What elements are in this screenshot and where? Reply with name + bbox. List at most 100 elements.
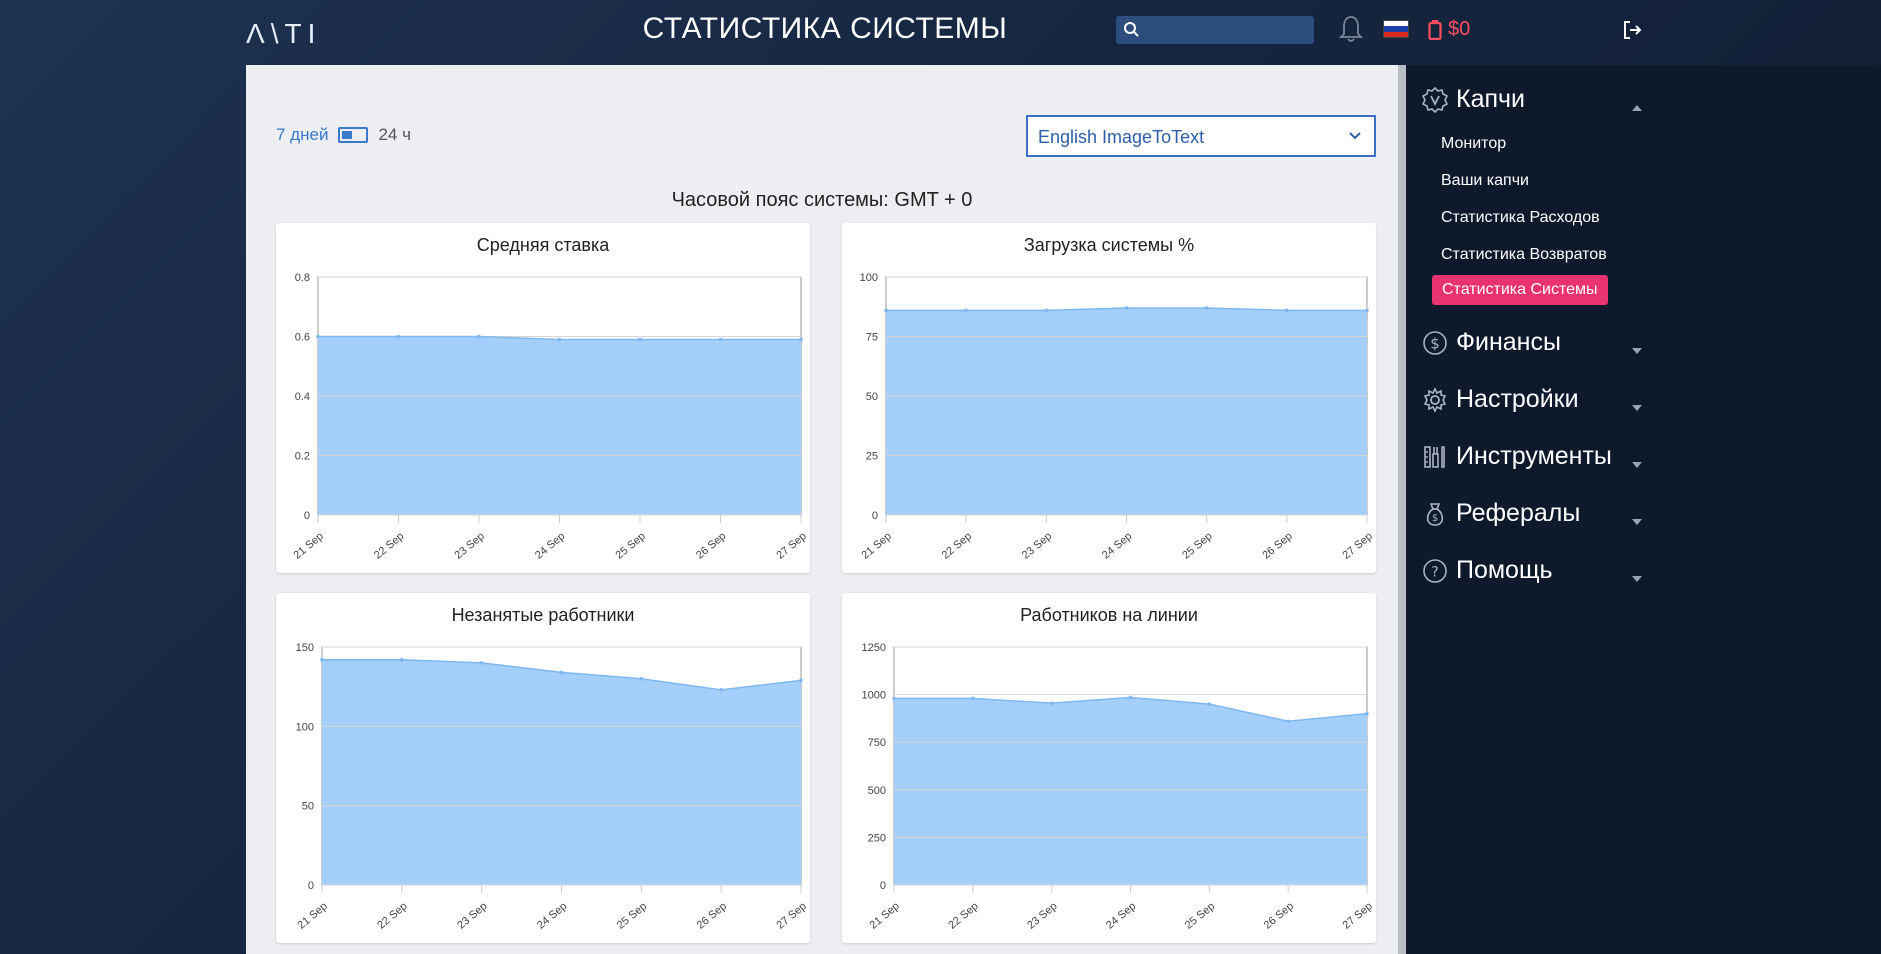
search-box[interactable] xyxy=(1116,16,1314,44)
series-area xyxy=(322,659,801,885)
data-point xyxy=(1286,719,1290,724)
sidebar-section-captcha[interactable]: Капчи xyxy=(1422,85,1525,114)
caret-down-icon[interactable] xyxy=(1632,576,1642,582)
data-point xyxy=(799,337,803,342)
sidebar-item-your-captchas[interactable]: Ваши капчи xyxy=(1441,172,1529,190)
x-tick-label: 21 Sep xyxy=(867,900,901,932)
chart-card-average-rate: Средняя ставка 0 0.2 0.4 0.6 0.8 21 Sep 22 Sep… xyxy=(276,223,810,573)
y-tick-label: 1250 xyxy=(862,642,886,654)
data-point xyxy=(639,676,644,681)
x-tick-label: 27 Sep xyxy=(1340,530,1374,562)
sidebar-item-refund-stats[interactable]: Статистика Возвратов xyxy=(1441,246,1607,264)
y-tick-label: 0 xyxy=(880,880,886,892)
sidebar-item-expense-stats[interactable]: Статистика Расходов xyxy=(1441,209,1600,227)
series-area xyxy=(318,336,801,515)
sidebar-section-referrals[interactable]: $ Рефералы xyxy=(1422,499,1580,528)
chart-svg: 0 25 50 75 100 21 Sep 22 Sep 23 Sep 24 Sep 25 Sep… xyxy=(859,272,1374,562)
data-point xyxy=(400,657,404,662)
x-tick-label: 22 Sep xyxy=(940,530,974,562)
caret-down-icon[interactable] xyxy=(1632,405,1642,411)
x-tick-label: 23 Sep xyxy=(452,530,486,562)
search-icon[interactable] xyxy=(1122,20,1142,40)
x-tick-label: 24 Sep xyxy=(533,530,567,562)
period-toggle[interactable] xyxy=(338,127,369,143)
period-7-days[interactable]: 7 дней xyxy=(276,125,328,145)
x-tick-label: 23 Sep xyxy=(455,900,489,932)
data-point xyxy=(316,334,320,339)
balance-amount: $0 xyxy=(1448,18,1471,40)
x-tick-label: 26 Sep xyxy=(1260,530,1294,562)
service-select[interactable]: English ImageToText xyxy=(1026,115,1376,157)
logout-icon[interactable] xyxy=(1622,20,1642,40)
x-tick-label: 21 Sep xyxy=(859,530,893,562)
sidebar-item-system-stats[interactable]: Статистика Системы xyxy=(1432,275,1608,305)
chart-svg: 0 250 500 750 1000 1250 21 Sep 22 Sep 23 Sep 24 S… xyxy=(862,642,1375,932)
data-point xyxy=(971,696,975,701)
tools-icon xyxy=(1424,445,1445,468)
y-tick-label: 50 xyxy=(866,391,878,403)
data-point xyxy=(559,670,564,675)
data-point xyxy=(1044,308,1049,313)
x-tick-label: 24 Sep xyxy=(1104,900,1138,932)
y-tick-label: 0.8 xyxy=(295,272,310,284)
y-tick-label: 750 xyxy=(868,737,886,749)
sidebar-item-monitor[interactable]: Монитор xyxy=(1441,135,1506,153)
sidebar-section-settings[interactable]: Настройки xyxy=(1422,385,1579,414)
caret-down-icon[interactable] xyxy=(1632,519,1642,525)
data-point xyxy=(1128,695,1133,700)
balance-display[interactable]: $0 xyxy=(1428,18,1470,41)
period-24-hours[interactable]: 24 ч xyxy=(378,125,411,145)
x-tick-label: 22 Sep xyxy=(946,900,980,932)
sidebar-section-label: Рефералы xyxy=(1456,499,1581,527)
russian-flag-icon[interactable] xyxy=(1383,20,1409,38)
x-tick-label: 27 Sep xyxy=(774,900,808,932)
y-tick-label: 0 xyxy=(308,880,314,892)
x-tick-label: 22 Sep xyxy=(375,900,409,932)
chart-svg: 0 50 100 150 21 Sep 22 Sep 23 Sep 24 Sep 25 Sep 2… xyxy=(295,642,808,932)
sidebar-section-help[interactable]: ? Помощь xyxy=(1422,556,1553,585)
caret-down-icon[interactable] xyxy=(1632,462,1642,468)
data-point xyxy=(477,334,481,339)
x-tick-label: 26 Sep xyxy=(695,900,729,932)
data-point xyxy=(638,337,642,342)
x-tick-label: 25 Sep xyxy=(615,900,649,932)
data-point xyxy=(1365,308,1369,313)
data-point xyxy=(1049,701,1054,705)
data-point xyxy=(396,334,401,339)
data-point xyxy=(557,337,562,342)
logo[interactable]: Λ\TI xyxy=(246,18,321,50)
battery-icon xyxy=(1428,19,1442,40)
period-switch[interactable]: 7 дней 24 ч xyxy=(276,125,411,145)
caret-down-icon[interactable] xyxy=(1632,348,1642,354)
sidebar: Капчи Монитор Ваши капчи Статистика Расх… xyxy=(1406,65,1881,954)
x-tick-label: 25 Sep xyxy=(1180,530,1214,562)
captcha-badge-icon xyxy=(1422,86,1448,113)
data-point xyxy=(799,678,803,683)
x-tick-label: 23 Sep xyxy=(1020,530,1054,562)
y-tick-label: 100 xyxy=(860,272,878,284)
bell-icon[interactable] xyxy=(1338,14,1364,44)
sidebar-section-tools[interactable]: Инструменты xyxy=(1422,442,1612,471)
sidebar-section-label: Капчи xyxy=(1456,85,1525,113)
x-tick-label: 25 Sep xyxy=(613,530,647,562)
caret-up-icon[interactable] xyxy=(1632,105,1642,111)
data-point xyxy=(320,657,324,662)
data-point xyxy=(1365,711,1369,716)
y-tick-label: 0 xyxy=(304,510,310,522)
x-tick-label: 26 Sep xyxy=(694,530,728,562)
search-input[interactable] xyxy=(1144,18,1308,44)
sidebar-section-label: Помощь xyxy=(1456,556,1553,584)
y-tick-label: 100 xyxy=(296,721,314,733)
sidebar-section-finance[interactable]: $ Финансы xyxy=(1422,328,1561,357)
x-tick-label: 22 Sep xyxy=(372,530,406,562)
chart-svg: 0 0.2 0.4 0.6 0.8 21 Sep 22 Sep 23 Sep 24 Sep 25 … xyxy=(291,272,808,562)
data-point xyxy=(964,308,968,313)
y-tick-label: 150 xyxy=(296,642,314,654)
x-tick-label: 21 Sep xyxy=(291,530,325,562)
data-point xyxy=(892,696,896,701)
svg-text:$: $ xyxy=(1432,513,1438,524)
main-panel: 7 дней 24 ч English ImageToText Часовой … xyxy=(246,65,1398,954)
money-bag-icon: $ xyxy=(1426,502,1444,526)
chart-card-system-load: Загрузка системы % 0 25 50 75 100 21 Sep 22 Se… xyxy=(842,223,1376,573)
scrollbar[interactable] xyxy=(1398,65,1406,954)
